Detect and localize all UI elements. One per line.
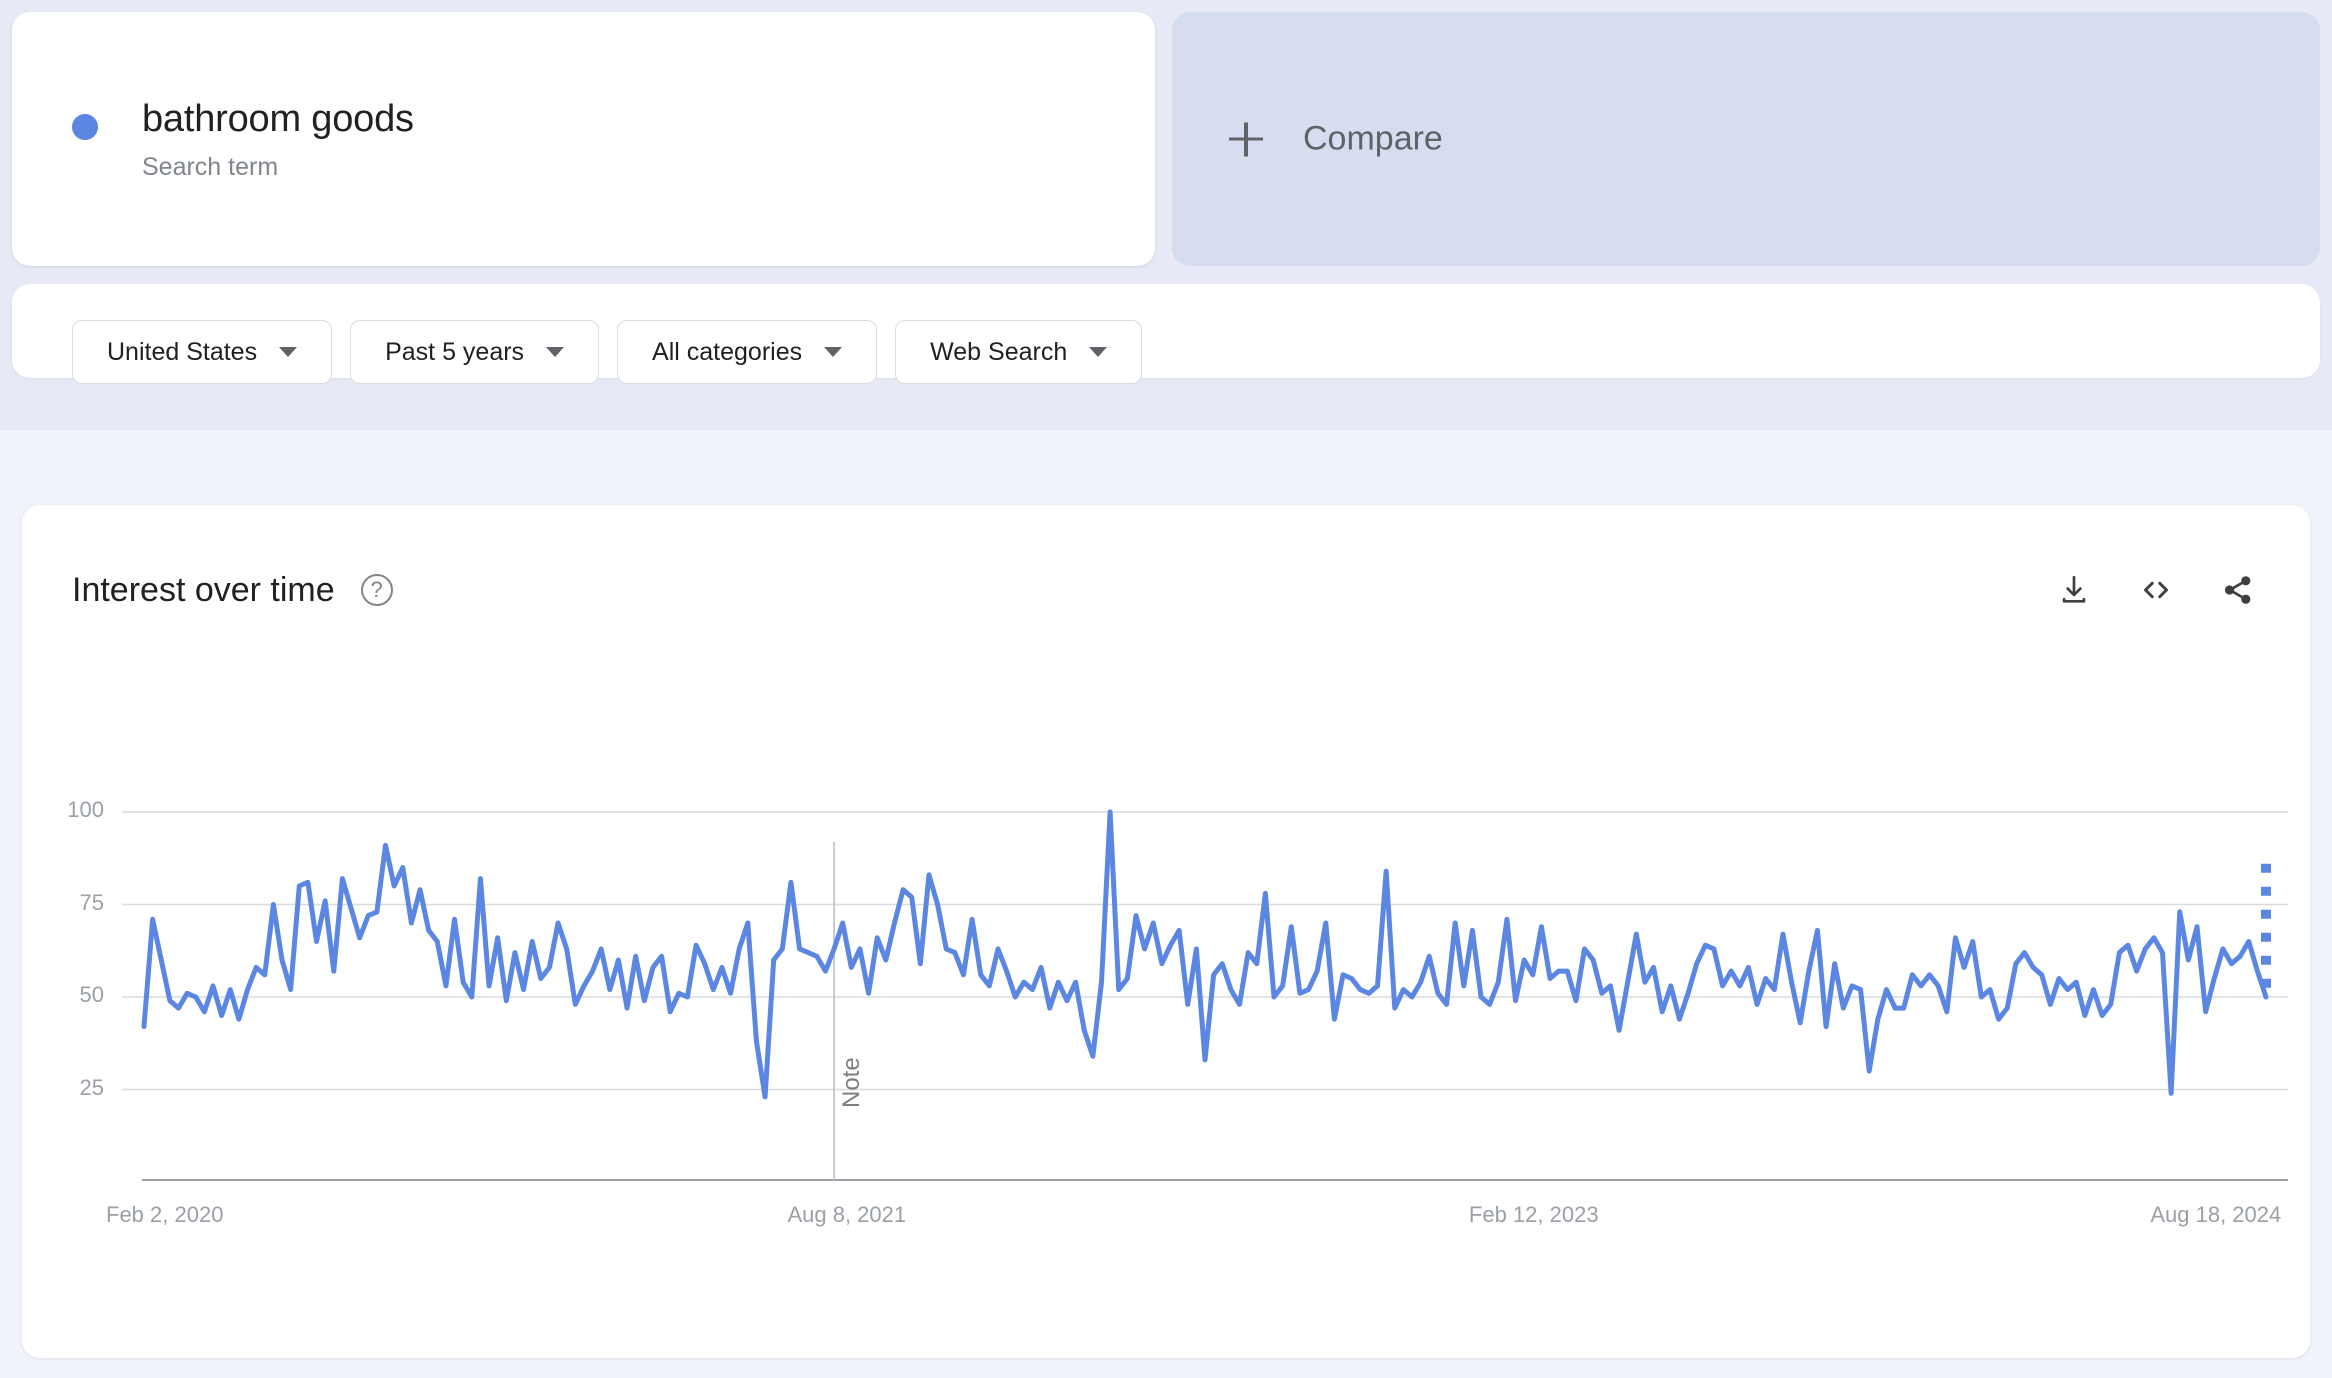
filter-category[interactable]: All categories [617, 320, 877, 384]
search-term-title: bathroom goods [142, 100, 414, 140]
question-mark-circle-icon[interactable]: ? [361, 574, 393, 606]
filter-search-type-label: Web Search [930, 338, 1067, 367]
y-axis-tick-25: 25 [44, 1075, 104, 1101]
chart-plot-area: 25 50 75 100 Feb 2, 2020 Aug 8, 2021 Feb 12, 2… [22, 505, 2310, 1358]
chart-actions [2052, 568, 2260, 612]
compare-content: Compare [1229, 120, 1443, 159]
chevron-down-icon [824, 347, 842, 357]
x-axis-tick-0: Feb 2, 2020 [106, 1202, 223, 1228]
chevron-down-icon [1089, 347, 1107, 357]
series-color-dot [72, 114, 98, 140]
search-term-content: bathroom goods Search term [72, 100, 414, 182]
filter-location[interactable]: United States [72, 320, 332, 384]
filter-time-range[interactable]: Past 5 years [350, 320, 599, 384]
interest-over-time-card: Interest over time ? [22, 505, 2310, 1358]
note-annotation-label: Note [838, 1057, 866, 1108]
x-axis-tick-3: Aug 18, 2024 [2150, 1202, 2281, 1228]
filter-category-label: All categories [652, 338, 802, 367]
search-term-texts: bathroom goods Search term [142, 100, 414, 182]
embed-code-icon[interactable] [2134, 568, 2178, 612]
chevron-down-icon [546, 347, 564, 357]
search-term-subtitle: Search term [142, 153, 414, 182]
compare-label: Compare [1303, 120, 1443, 159]
y-axis-tick-50: 50 [44, 982, 104, 1008]
filters-bar: United States Past 5 years All categorie… [12, 284, 2320, 378]
y-axis-tick-75: 75 [44, 890, 104, 916]
filter-location-label: United States [107, 338, 257, 367]
x-axis-tick-2: Feb 12, 2023 [1469, 1202, 1599, 1228]
filter-time-range-label: Past 5 years [385, 338, 524, 367]
chevron-down-icon [279, 347, 297, 357]
filters-row: United States Past 5 years All categorie… [72, 320, 1142, 384]
share-icon[interactable] [2216, 568, 2260, 612]
plus-icon [1229, 122, 1263, 156]
compare-button[interactable]: Compare [1172, 12, 2320, 266]
chart-header: Interest over time ? [72, 560, 2260, 620]
y-axis-tick-100: 100 [44, 797, 104, 823]
filter-search-type[interactable]: Web Search [895, 320, 1142, 384]
x-axis-tick-1: Aug 8, 2021 [787, 1202, 906, 1228]
interest-over-time-line-chart [22, 505, 2310, 1358]
download-icon[interactable] [2052, 568, 2096, 612]
chart-title-wrap: Interest over time ? [72, 571, 393, 610]
chart-title: Interest over time [72, 571, 335, 610]
search-term-card[interactable]: bathroom goods Search term [12, 12, 1155, 266]
